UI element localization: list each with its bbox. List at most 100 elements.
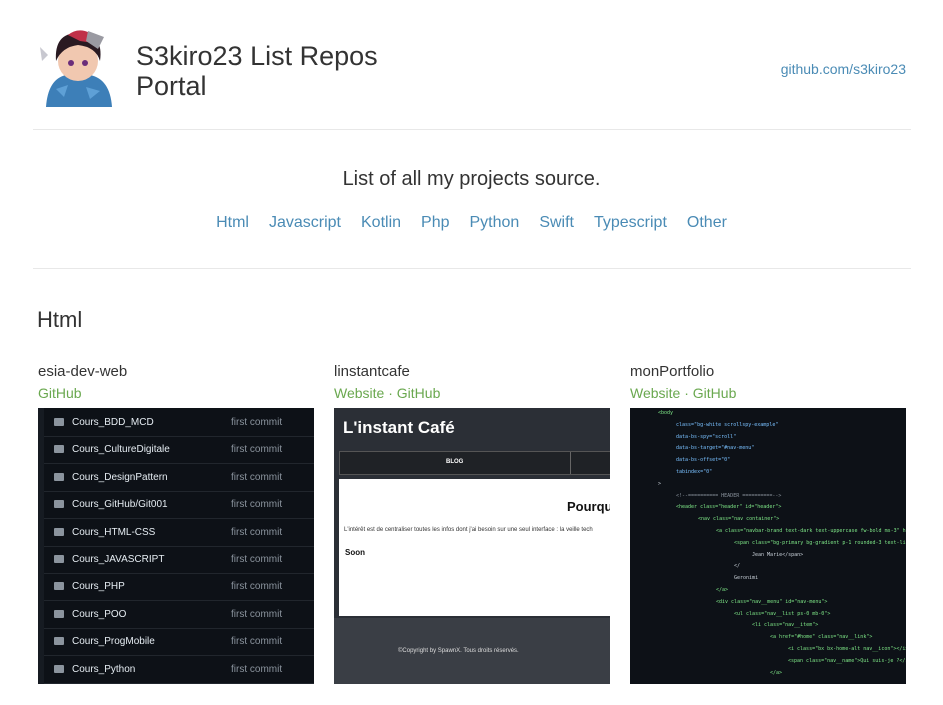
folder-icon: [54, 664, 64, 673]
lang-link-php[interactable]: Php: [421, 214, 449, 232]
folder-name: Cours_GitHub/Git001: [72, 499, 168, 511]
folder-icon: [54, 418, 64, 426]
code-line: <div class="nav__menu" id="nav-menu">: [716, 598, 828, 605]
folder-row: Cours_BDD_MCD first commit: [44, 409, 314, 437]
avatar: [38, 27, 118, 107]
code-line: <ul class="nav__list ps-0 mb-0">: [734, 610, 831, 617]
repo-github-link[interactable]: GitHub: [38, 385, 82, 401]
repo-preview-image[interactable]: L'instant Café BLOG Pourquo L'intérêt es…: [334, 408, 610, 684]
folder-icon: [54, 527, 64, 536]
folder-row: Cours_GitHub/Git001 first commit: [44, 491, 314, 520]
lang-link-kotlin[interactable]: Kotlin: [361, 214, 401, 232]
folder-icon: [54, 609, 64, 618]
code-line: </: [734, 563, 741, 570]
repo-github-link[interactable]: GitHub: [693, 385, 737, 401]
repo-website-link[interactable]: Website: [630, 385, 680, 401]
repo-name: linstantcafe: [334, 363, 410, 380]
preview-brand: L'instant Café: [343, 418, 455, 437]
folder-name: Cours_BDD_MCD: [72, 417, 154, 428]
preview-footer: ©Copyright by SpawnX. Tous droits réserv…: [334, 618, 610, 684]
commit-message: first commit: [231, 554, 283, 565]
repo-links: Website · GitHub: [630, 385, 906, 404]
folder-row: Cours_JAVASCRIPT first commit: [44, 546, 314, 574]
code-line: <nav class="nav container">: [698, 516, 780, 523]
repo-name: esia-dev-web: [38, 363, 128, 380]
preview-copyright: ©Copyright by SpawnX. Tous droits réserv…: [398, 648, 519, 654]
code-line: <span class="nav__name">Qui suis-je ?</s…: [788, 657, 906, 664]
folder-row: Cours_ProgMobile first commit: [44, 628, 314, 657]
folder-icon: [54, 555, 64, 563]
folder-row: Cours_Python first commit: [44, 656, 314, 684]
lang-link-python[interactable]: Python: [470, 214, 520, 232]
link-separator: ·: [388, 385, 393, 401]
commit-message: first commit: [231, 663, 283, 675]
folder-name: Cours_JAVASCRIPT: [72, 554, 165, 565]
repo-card: esia-dev-web GitHub Cours_BDD_MCDfirst c…: [38, 363, 314, 684]
code-line: >: [658, 480, 662, 487]
folder-icon: [54, 472, 64, 481]
folder-row: Cours_PHP first commit: [44, 573, 314, 602]
preview-content: Pourquo L'intérêt est de centraliser tou…: [339, 479, 610, 616]
preview-soon: Soon: [345, 548, 365, 557]
commit-message: first commit: [231, 499, 283, 511]
repo-website-link[interactable]: Website: [334, 385, 384, 401]
repo-links: Website · GitHub: [334, 385, 610, 404]
code-line: </a>: [716, 587, 729, 593]
code-line: <a class="navbar-brand text-dark text-up…: [716, 528, 906, 534]
tagline: List of all my projects source.: [342, 168, 601, 190]
lang-link-typescript[interactable]: Typescript: [594, 214, 667, 232]
code-line: <span class="bg-primary bg-gradient p-1 …: [734, 539, 906, 546]
divider: [33, 129, 911, 130]
language-nav: Html Javascript Kotlin Php Python Swift …: [0, 214, 943, 232]
commit-message: first commit: [231, 444, 283, 456]
divider: [33, 268, 911, 269]
code-line: class="bg-white scrollspy-example": [676, 421, 779, 428]
folder-name: Cours_Python: [72, 663, 136, 675]
lang-link-swift[interactable]: Swift: [539, 214, 574, 232]
code-line: data-bs-target="#nav-menu": [676, 445, 755, 452]
repo-links: GitHub: [38, 385, 314, 404]
folder-name: Cours_DesignPattern: [72, 471, 168, 483]
preview-heading: Pourquo: [567, 499, 610, 514]
code-line: <i class="bx bx-home-alt nav__icon"></i>: [788, 646, 906, 652]
code-line: Jean Marie</span>: [752, 551, 804, 558]
folder-row: Cours_CultureDigitale first commit: [44, 436, 314, 465]
code-line: <header class="header" id="header">: [676, 504, 782, 511]
repo-name: monPortfolio: [630, 363, 715, 380]
repo-preview-image[interactable]: Cours_BDD_MCD first commit Cours_CultureDi…: [38, 408, 314, 684]
repo-card: linstantcafe Website · GitHub L'instant …: [334, 363, 610, 684]
link-separator: ·: [684, 385, 689, 401]
commit-message: first commit: [231, 581, 283, 593]
folder-name: Cours_HTML-CSS: [72, 526, 156, 538]
commit-message: first commit: [231, 417, 283, 428]
folder-icon: [54, 582, 64, 591]
site-title-line1: S3kiro23 List Repos: [136, 41, 378, 71]
preview-navbar: BLOG: [339, 451, 610, 475]
lang-link-javascript[interactable]: Javascript: [269, 214, 341, 232]
folder-icon: [54, 500, 64, 509]
folder-name: Cours_CultureDigitale: [72, 444, 170, 456]
lang-link-other[interactable]: Other: [687, 214, 727, 232]
folder-name: Cours_PHP: [72, 581, 125, 593]
site-title-line2: Portal: [136, 71, 207, 101]
code-line: Geronimi: [734, 575, 759, 582]
preview-nav-item: BLOG: [446, 459, 464, 465]
preview-nav-divider: [570, 452, 571, 474]
commit-message: first commit: [231, 608, 283, 620]
folder-row: Cours_POO first commit: [44, 601, 314, 629]
site-title: S3kiro23 List Repos Portal: [136, 41, 378, 101]
folder-row: Cours_HTML-CSS first commit: [44, 519, 314, 547]
folder-name: Cours_ProgMobile: [72, 636, 155, 648]
code-line: <!--========== HEADER ==========-->: [676, 492, 782, 499]
repo-card: monPortfolio Website · GitHub <body class…: [630, 363, 906, 684]
folder-row: Cours_DesignPattern first commit: [44, 464, 314, 492]
folder-icon: [54, 445, 64, 454]
code-line: data-bs-offset="0": [676, 457, 731, 464]
section-title: Html: [37, 307, 83, 332]
code-line: </a>: [770, 669, 783, 676]
repo-preview-image[interactable]: <body class="bg-white scrollspy-example" d…: [630, 408, 906, 684]
repo-github-link[interactable]: GitHub: [397, 385, 441, 401]
github-profile-link[interactable]: github.com/s3kiro23: [781, 61, 906, 77]
code-line: <body: [658, 410, 674, 416]
lang-link-html[interactable]: Html: [216, 214, 249, 232]
